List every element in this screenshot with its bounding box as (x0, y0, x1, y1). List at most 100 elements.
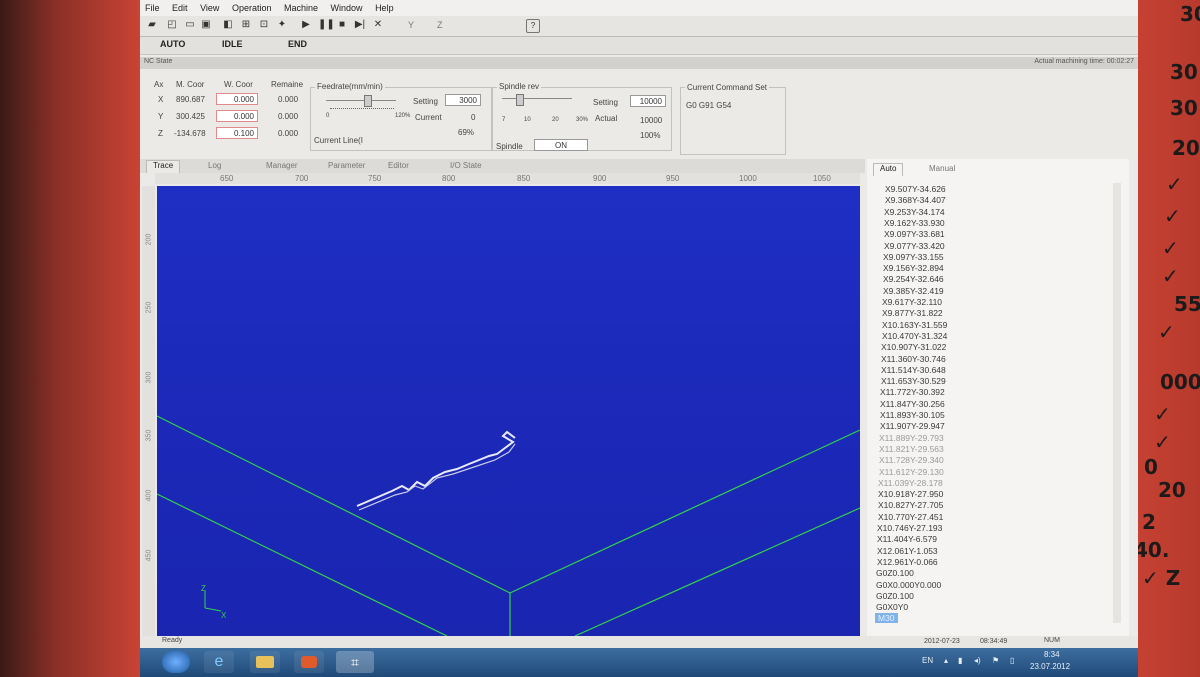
gcode-line[interactable]: X9.507Y-34.626 (885, 184, 946, 194)
cnc-app-taskbar-icon[interactable]: ⌗ (336, 651, 374, 673)
gcode-scrollbar[interactable] (1113, 183, 1121, 623)
spindle-slider-thumb[interactable] (516, 94, 524, 106)
ruler-y-tick: 200 (145, 233, 153, 246)
gcode-line[interactable]: X9.097Y-33.681 (884, 229, 945, 239)
gcode-line[interactable]: X11.772Y-30.392 (880, 387, 945, 397)
gcode-line[interactable]: M30 (875, 613, 898, 624)
gcode-line[interactable]: X11.889Y-29.793 (879, 433, 944, 443)
tab-io-state[interactable]: I/O State (450, 161, 482, 170)
menu-operation[interactable]: Operation (227, 0, 277, 13)
gcode-line[interactable]: X9.077Y-33.420 (884, 241, 945, 251)
menu-machine[interactable]: Machine (279, 0, 323, 13)
gcode-line[interactable]: X10.470Y-31.324 (882, 331, 947, 341)
open-icon[interactable]: ▰ (146, 19, 158, 31)
feedrate-ticks (330, 108, 394, 111)
mode-auto[interactable]: AUTO (160, 39, 185, 49)
gcode-line[interactable]: X9.254Y-32.646 (883, 274, 944, 284)
gcode-line[interactable]: X11.612Y-29.130 (879, 467, 944, 477)
gcode-line[interactable]: X11.360Y-30.746 (881, 354, 946, 364)
play-icon[interactable]: ▶ (300, 19, 312, 31)
folder-icon[interactable] (250, 651, 280, 673)
gcode-line[interactable]: X10.907Y-31.022 (881, 342, 946, 352)
tab-manager[interactable]: Manager (266, 161, 298, 170)
tray-network-icon[interactable]: ▮ (958, 656, 962, 665)
menu-view[interactable]: View (195, 0, 224, 13)
gcode-line[interactable]: X9.162Y-33.930 (884, 218, 945, 228)
step-icon[interactable]: ▶| (354, 19, 366, 31)
gcode-line[interactable]: X11.039Y-28.178 (878, 478, 943, 488)
gcode-line[interactable]: X12.961Y-0.066 (877, 557, 938, 567)
feedrate-slider-thumb[interactable] (364, 95, 372, 107)
tray-power-icon[interactable]: ▯ (1010, 656, 1014, 665)
tray-date[interactable]: 23.07.2012 (1030, 662, 1070, 671)
spindle-setting-input[interactable]: 10000 (630, 95, 666, 107)
x-work-coord[interactable]: 0.000 (216, 93, 258, 105)
close-x-icon[interactable]: ✕ (372, 19, 384, 31)
start-button[interactable] (162, 651, 190, 673)
tool-icon[interactable]: ◧ (222, 19, 234, 31)
gcode-line[interactable]: X10.746Y-27.193 (877, 523, 942, 533)
gcode-line[interactable]: X10.918Y-27.950 (878, 489, 943, 499)
gcode-line[interactable]: X11.728Y-29.340 (879, 455, 944, 465)
feedrate-setting-input[interactable]: 3000 (445, 94, 481, 106)
gcode-line[interactable]: X9.617Y-32.110 (882, 297, 942, 307)
gcode-line[interactable]: X11.893Y-30.105 (880, 410, 945, 420)
tab-manual[interactable]: Manual (929, 164, 955, 173)
gcode-line[interactable]: X9.097Y-33.155 (883, 252, 944, 262)
menu-file[interactable]: File (140, 0, 165, 13)
screen-icon[interactable]: ▣ (200, 19, 212, 31)
spindle-scale-4: 30% (576, 117, 589, 123)
gcode-line[interactable]: X10.770Y-27.451 (878, 512, 943, 522)
help-icon[interactable]: ? (526, 19, 540, 33)
pause-icon[interactable]: ❚❚ (318, 19, 335, 31)
gcode-line[interactable]: X11.653Y-30.529 (881, 376, 946, 386)
tray-arrow-icon[interactable]: ▴ (944, 656, 948, 665)
gcode-line[interactable]: X9.877Y-31.822 (882, 308, 943, 318)
tab-parameter[interactable]: Parameter (328, 161, 365, 170)
probe-icon[interactable]: ⊞ (240, 19, 252, 31)
trace-view[interactable]: Z X (157, 186, 860, 636)
view-tabs: Trace Log Manager Parameter Editor I/O S… (140, 159, 865, 173)
window-icon[interactable]: ▭ (184, 19, 196, 31)
gcode-line[interactable]: X9.385Y-32.419 (883, 286, 944, 296)
stop-icon[interactable]: ■ (336, 19, 348, 31)
media-player-icon[interactable] (294, 651, 324, 673)
gcode-line[interactable]: X9.253Y-34.174 (884, 207, 945, 217)
menu-window[interactable]: Window (326, 0, 368, 13)
ie-icon[interactable]: e (204, 651, 234, 673)
axis-z-label: Z (158, 129, 163, 138)
spindle-on-button[interactable]: ON (534, 139, 588, 151)
gcode-line[interactable]: X11.514Y-30.648 (881, 365, 946, 375)
gcode-line[interactable]: X9.368Y-34.407 (885, 195, 946, 205)
tray-clock[interactable]: 8:34 (1044, 650, 1060, 659)
tab-log[interactable]: Log (208, 161, 221, 170)
y-work-coord[interactable]: 0.000 (216, 110, 258, 122)
taskbar: e ⌗ EN ▴ ▮ ◂) ⚑ ▯ 8:34 23.07.2012 (140, 648, 1138, 677)
gcode-line[interactable]: X11.907Y-29.947 (880, 421, 945, 431)
gcode-line[interactable]: X10.827Y-27.705 (878, 500, 943, 510)
gcode-line[interactable]: G0Z0.100 (876, 568, 914, 578)
gcode-line[interactable]: X11.847Y-30.256 (880, 399, 945, 409)
toolbar-y-label: Y (408, 20, 415, 30)
tray-flag-icon[interactable]: ⚑ (992, 656, 999, 665)
gcode-line[interactable]: G0X0.000Y0.000 (876, 580, 941, 590)
z-work-coord[interactable]: 0.100 (216, 127, 258, 139)
gcode-line[interactable]: G0Z0.100 (876, 591, 914, 601)
tray-language[interactable]: EN (922, 656, 933, 665)
tray-volume-icon[interactable]: ◂) (974, 656, 981, 665)
tab-trace[interactable]: Trace (146, 160, 181, 173)
jog-icon[interactable]: ✦ (276, 19, 288, 31)
machine-icon[interactable]: ⊡ (258, 19, 270, 31)
gcode-line[interactable]: X11.404Y-6.579 (877, 534, 937, 544)
menu-help[interactable]: Help (370, 0, 399, 13)
gcode-list[interactable]: X9.507Y-34.626 X9.368Y-34.407 X9.253Y-34.1… (875, 184, 1115, 624)
tab-editor[interactable]: Editor (388, 161, 409, 170)
gcode-line[interactable]: X11.821Y-29.563 (879, 444, 944, 454)
gcode-line[interactable]: G0X0Y0 (876, 602, 908, 612)
gcode-line[interactable]: X9.156Y-32.894 (883, 263, 944, 273)
zoom-icon[interactable]: ◰ (166, 19, 178, 31)
gcode-line[interactable]: X12.061Y-1.053 (877, 546, 938, 556)
gcode-line[interactable]: X10.163Y-31.559 (882, 320, 947, 330)
menu-edit[interactable]: Edit (167, 0, 193, 13)
tab-auto[interactable]: Auto (873, 163, 904, 176)
